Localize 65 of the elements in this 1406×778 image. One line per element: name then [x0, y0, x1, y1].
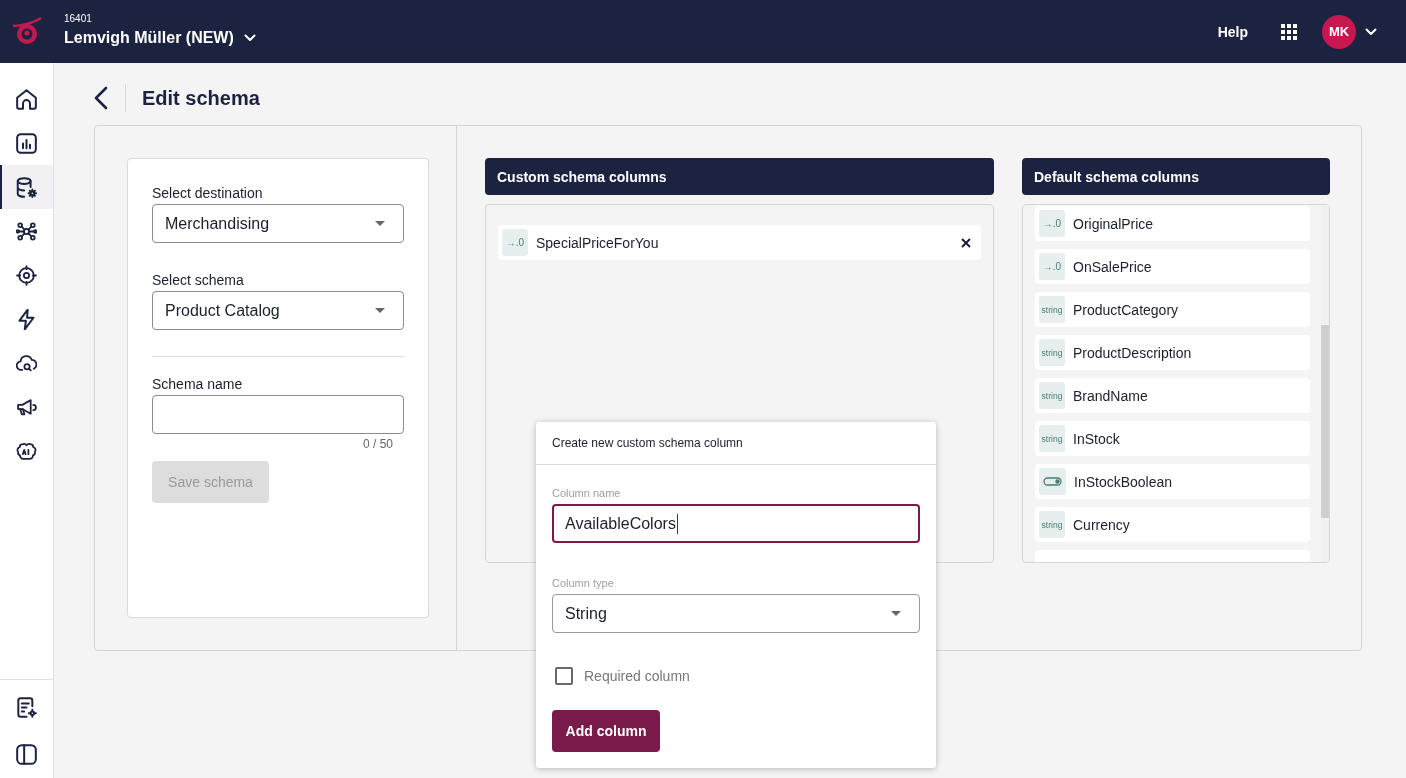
column-list-header: Custom schema columns — [485, 158, 994, 195]
logo-icon — [12, 16, 42, 47]
type-badge: string — [1039, 511, 1065, 538]
account-switcher[interactable]: Lemvigh Müller (NEW) — [64, 28, 256, 48]
schema-select[interactable]: Product Catalog — [152, 291, 404, 330]
column-name: OriginalPrice — [1073, 215, 1155, 232]
column-name: Currency — [1073, 516, 1131, 533]
apps-grid-icon[interactable] — [1281, 23, 1297, 40]
toggle-icon — [1039, 468, 1066, 495]
field-label: Select destination — [152, 185, 263, 201]
database-gear-icon — [16, 176, 37, 198]
type-badge: string — [1039, 382, 1065, 409]
back-button[interactable] — [94, 86, 108, 110]
type-badge: string — [1039, 339, 1065, 366]
scrollbar-thumb[interactable] — [1321, 325, 1329, 518]
account-id: 16401 — [64, 13, 92, 25]
close-icon — [961, 237, 971, 248]
type-badge: →.0 — [1039, 253, 1065, 280]
scrollbar[interactable] — [1321, 205, 1329, 562]
network-icon — [16, 220, 37, 242]
text-cursor — [676, 513, 678, 534]
type-badge: →.0 — [502, 229, 528, 256]
type-badge: →.0 — [1039, 210, 1065, 237]
dropdown-caret-icon — [891, 611, 901, 616]
type-badge: string — [1039, 296, 1065, 323]
column-name: ProductDescription — [1073, 344, 1193, 361]
chevron-down-icon — [243, 34, 256, 42]
dropdown-caret-icon — [375, 221, 385, 226]
field-label: Schema name — [152, 376, 243, 392]
help-link[interactable]: Help — [1217, 23, 1248, 40]
destination-select[interactable]: Merchandising — [152, 204, 404, 243]
column-type-select[interactable]: String — [552, 594, 920, 633]
column-name: BrandName — [1073, 387, 1149, 404]
sidebar-item[interactable] — [0, 165, 53, 209]
field-label: Column name — [552, 487, 621, 500]
field-label: Select schema — [152, 272, 244, 288]
bar-chart-icon — [16, 132, 37, 154]
lightning-icon — [16, 308, 37, 330]
dialog-title: Create new custom schema column — [552, 436, 743, 450]
column-name: InStockBoolean — [1074, 473, 1174, 490]
chevron-down-icon[interactable] — [1365, 27, 1377, 36]
schema-name-input[interactable] — [152, 395, 404, 434]
document-gear-icon — [16, 697, 37, 718]
home-icon — [16, 88, 37, 110]
remove-button[interactable] — [961, 237, 971, 248]
dropdown-caret-icon — [375, 308, 385, 313]
column-name: InStock — [1073, 430, 1121, 447]
field-label: Column type — [552, 577, 614, 590]
column-name: OnSalePrice — [1073, 258, 1153, 275]
target-icon — [16, 264, 37, 286]
sidebar-panel-icon — [16, 744, 37, 765]
user-avatar[interactable]: MK — [1322, 14, 1356, 49]
cloud-search-icon — [16, 352, 37, 374]
type-badge: string — [1039, 425, 1065, 452]
checkbox-label: Required column — [584, 668, 690, 684]
column-list-header: Default schema columns — [1022, 158, 1330, 195]
megaphone-icon — [16, 396, 37, 418]
brain-icon — [16, 440, 37, 462]
checkbox[interactable] — [555, 667, 573, 685]
page-title: Edit schema — [142, 86, 260, 110]
column-name: ProductCategory — [1073, 301, 1180, 318]
column-name: SpecialPriceForYou — [536, 234, 660, 251]
column-name-input[interactable]: AvailableColors — [552, 504, 920, 543]
character-counter: 0 / 50 — [362, 437, 393, 451]
add-column-button[interactable]: Add column — [552, 710, 660, 752]
